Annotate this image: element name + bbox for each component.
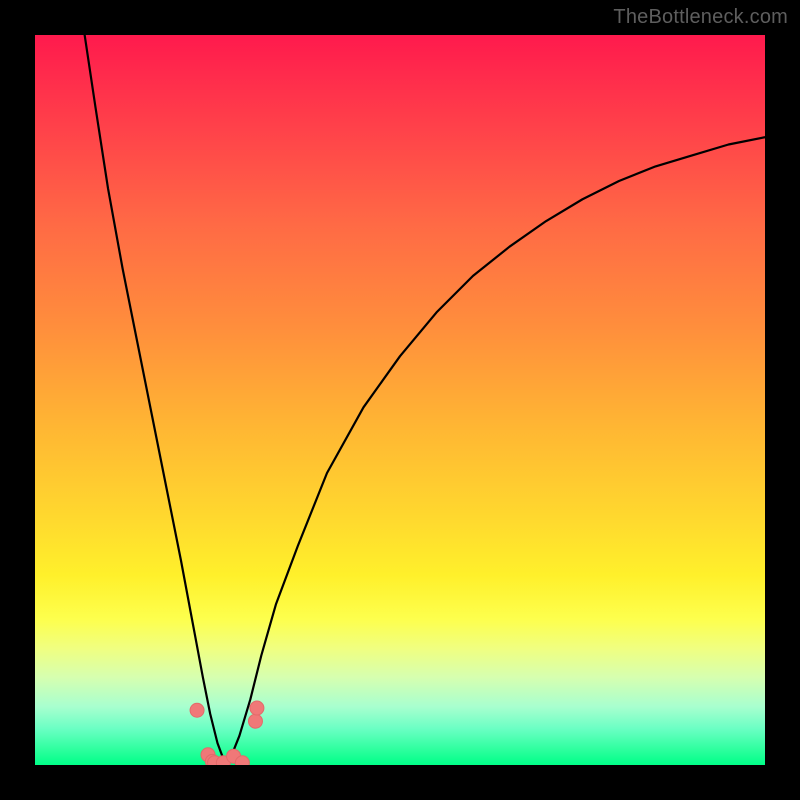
highlight-dot bbox=[248, 714, 262, 728]
highlight-dot bbox=[250, 701, 264, 715]
highlight-dot bbox=[190, 703, 204, 717]
plot-svg bbox=[35, 35, 765, 765]
highlight-dots bbox=[190, 701, 264, 765]
bottleneck-curve bbox=[85, 35, 765, 763]
chart-frame: TheBottleneck.com bbox=[0, 0, 800, 800]
plot-area bbox=[35, 35, 765, 765]
watermark-text: TheBottleneck.com bbox=[613, 6, 788, 29]
highlight-dot bbox=[235, 756, 249, 765]
